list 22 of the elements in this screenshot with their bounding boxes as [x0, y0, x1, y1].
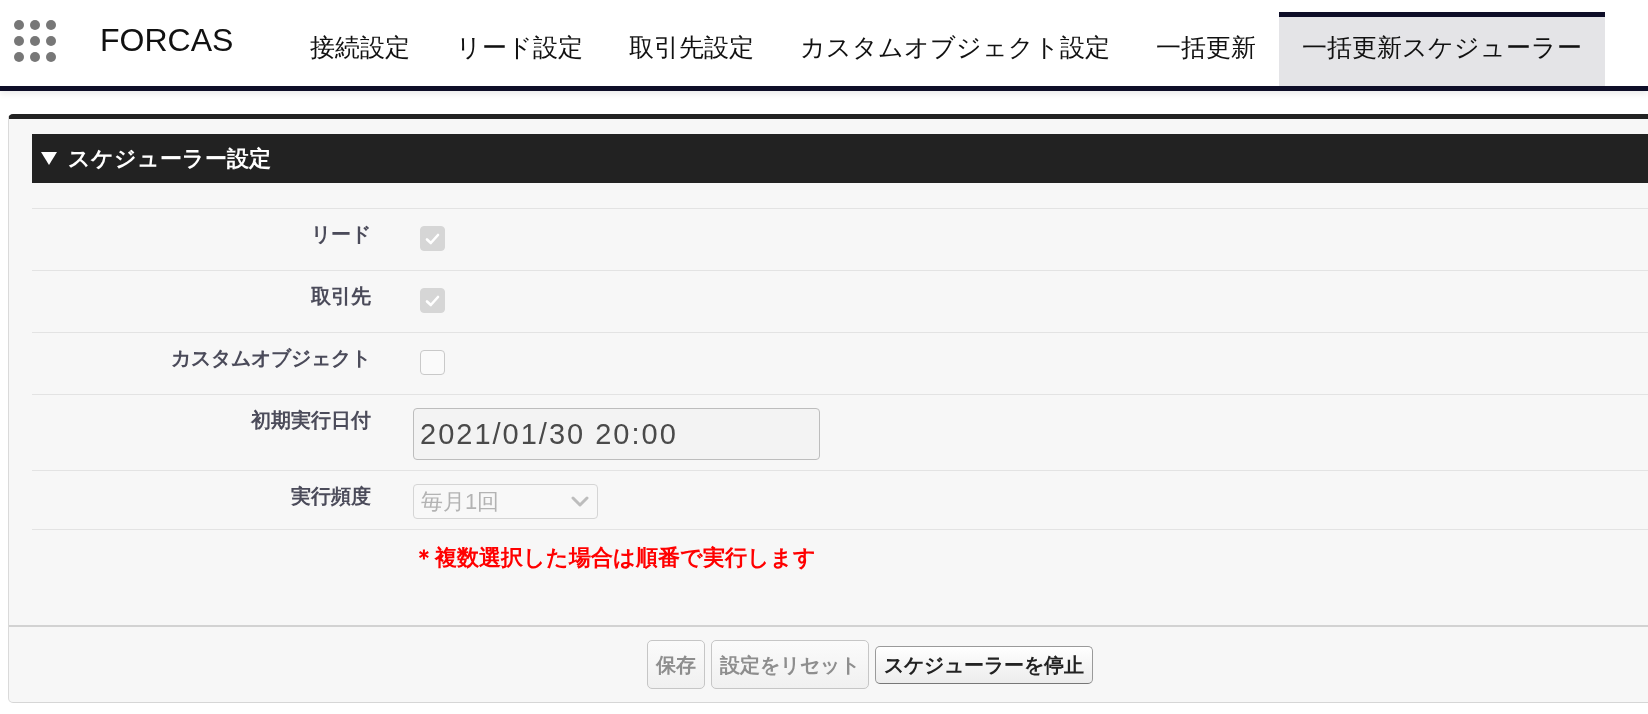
app-launcher-icon[interactable] — [14, 20, 56, 62]
field-label: 初期実行日付 — [251, 408, 371, 432]
chevron-down-icon — [571, 496, 589, 507]
nav-tab[interactable]: 取引先設定 — [606, 12, 778, 86]
field-label: 実行頻度 — [291, 484, 371, 508]
app-name: FORCAS — [100, 21, 234, 59]
field-label: カスタムオブジェクト — [171, 346, 371, 370]
check-icon — [425, 294, 440, 307]
field-label: 取引先 — [311, 284, 371, 308]
section-title: スケジューラー設定 — [68, 144, 271, 173]
checkbox[interactable] — [420, 350, 445, 375]
nav-tab[interactable]: 接続設定 — [287, 12, 434, 86]
nav-tab[interactable]: 一括更新 — [1133, 12, 1280, 86]
nav-tab[interactable]: カスタムオブジェクト設定 — [777, 12, 1134, 86]
note-text: ＊複数選択した場合は順番で実行します — [413, 544, 816, 572]
nav-tab[interactable]: 一括更新スケジューラー — [1279, 12, 1606, 86]
field-label: リード — [311, 222, 371, 246]
stop-button[interactable]: スケジューラーを停止 — [874, 645, 1093, 684]
check-icon — [425, 232, 440, 245]
datetime-field[interactable]: 2021/01/30 20:00 — [413, 408, 820, 460]
triangle-icon[interactable] — [41, 152, 57, 165]
nav-tab[interactable]: リード設定 — [433, 12, 607, 86]
